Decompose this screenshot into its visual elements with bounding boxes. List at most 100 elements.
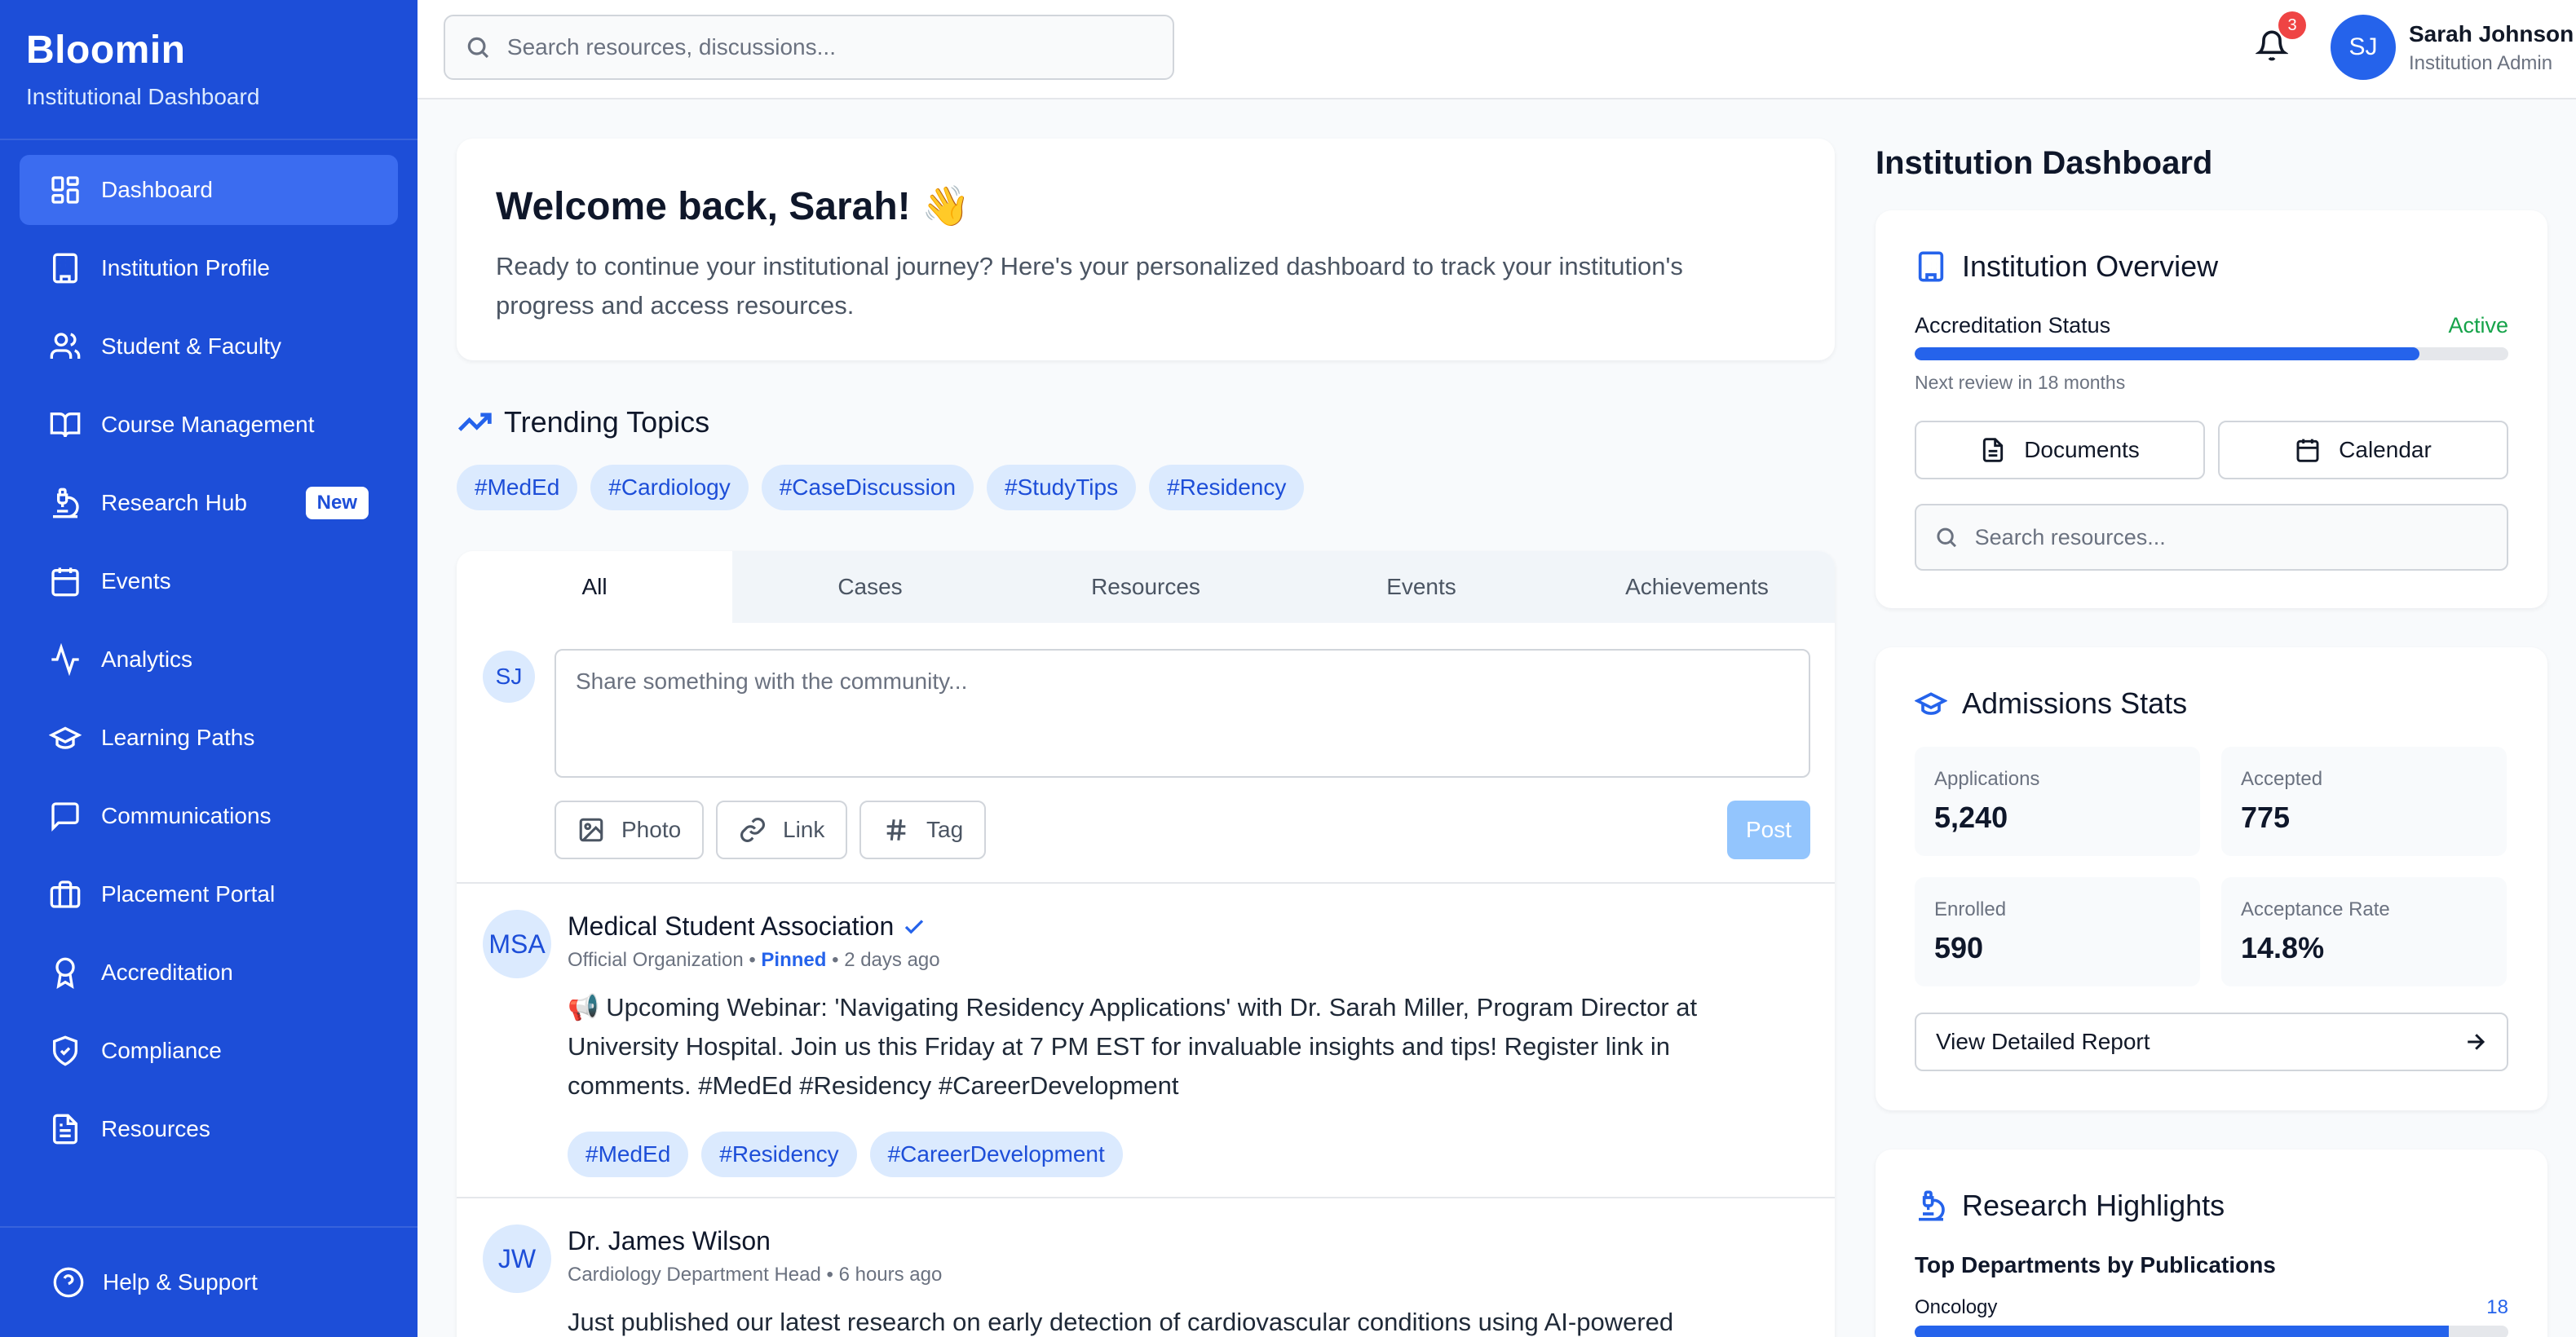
calendar-icon [2296,439,2319,462]
stat-label: Enrolled [1934,898,2007,920]
sidebar-item-label: Learning Paths [101,725,255,750]
composer-textarea[interactable] [555,649,1810,778]
resource-search[interactable] [1915,504,2508,571]
user-name: Sarah Johnson [2409,21,2574,46]
post-time: 2 days ago [844,949,940,971]
topbar: 3 SJ Sarah Johnson Institution Admin [418,0,2576,99]
tab-events[interactable]: Events [1284,551,1559,623]
sidebar-item-resources[interactable]: Resources [20,1094,398,1164]
award-icon [49,956,82,989]
tab-all[interactable]: All [457,551,732,623]
post-tag[interactable]: #Residency [701,1132,857,1177]
sidebar-item-institution-profile[interactable]: Institution Profile [20,233,398,303]
post-author[interactable]: Medical Student Association [568,911,926,942]
sidebar-item-accreditation[interactable]: Accreditation [20,938,398,1008]
sidebar-item-student-faculty[interactable]: Student & Faculty [20,311,398,382]
feed-post: JW Dr. James Wilson Cardiology Departmen… [457,1198,1835,1337]
view-detailed-report-button[interactable]: View Detailed Report [1915,1013,2508,1071]
sidebar-item-events[interactable]: Events [20,546,398,616]
community-feed: All Cases Resources Events Achievements … [457,551,1835,1337]
post-meta: Official Organization • Pinned • 2 days … [568,949,940,972]
add-tag-button[interactable]: Tag [859,801,987,859]
microscope-icon [49,487,82,519]
post-author[interactable]: Dr. James Wilson [568,1226,771,1256]
next-review-text: Next review in 18 months [1915,372,2126,393]
welcome-card: Welcome back, Sarah! 👋 Ready to continue… [457,139,1835,360]
post-role: Cardiology Department Head [568,1264,821,1286]
department-count: 18 [2486,1296,2508,1318]
composer-avatar: SJ [483,651,535,703]
post-tag[interactable]: #MedEd [568,1132,689,1177]
help-support-link[interactable]: Help & Support [26,1266,258,1299]
shield-icon [49,1035,82,1067]
sidebar-item-label: Accreditation [101,960,233,985]
sidebar-item-compliance[interactable]: Compliance [20,1016,398,1086]
documents-button[interactable]: Documents [1915,421,2205,479]
sidebar-item-course-management[interactable]: Course Management [20,390,398,460]
sidebar-item-label: Analytics [101,646,193,672]
arrow-right-icon [2468,1034,2485,1050]
post-button[interactable]: Post [1727,801,1810,859]
file-icon [49,1113,82,1145]
tab-resources[interactable]: Resources [1008,551,1284,623]
post-meta: Cardiology Department Head • 6 hours ago [568,1264,942,1286]
trending-tag[interactable]: #Residency [1149,465,1305,510]
stat-value: 775 [2241,801,2291,834]
post-time: 6 hours ago [838,1264,943,1286]
add-link-button[interactable]: Link [716,801,848,859]
building-icon [49,252,82,285]
sidebar-item-label: Events [101,568,171,593]
trending-tag[interactable]: #MedEd [457,465,578,510]
post-author-name: Medical Student Association [568,911,895,941]
post-tag[interactable]: #CareerDevelopment [869,1132,1123,1177]
sidebar: Bloomin Institutional Dashboard Dashboar… [0,0,418,1337]
welcome-title: Welcome back, Sarah! 👋 [496,185,970,228]
post-avatar: MSA [483,910,551,978]
research-heading: Research Highlights [1915,1189,2508,1223]
resource-search-input[interactable] [1974,524,2489,550]
add-photo-button[interactable]: Photo [555,801,705,859]
sidebar-item-analytics[interactable]: Analytics [20,624,398,695]
sidebar-item-label: Compliance [101,1038,222,1063]
sidebar-item-research-hub[interactable]: Research Hub New [20,468,398,538]
trending-title: Trending Topics [504,405,710,439]
calendar-button[interactable]: Calendar [2218,421,2508,479]
sidebar-item-label: Communications [101,803,272,828]
meta-separator: • [826,1264,839,1286]
trending-tag[interactable]: #Cardiology [590,465,749,510]
link-icon [740,818,765,842]
calendar-label: Calendar [2339,437,2432,462]
search-icon [1937,527,1956,548]
link-label: Link [783,817,825,842]
sidebar-item-learning-paths[interactable]: Learning Paths [20,703,398,773]
meta-separator: • [749,949,762,971]
welcome-text: Ready to continue your institutional jou… [496,252,1683,320]
sidebar-item-placement-portal[interactable]: Placement Portal [20,859,398,929]
pinned-label: Pinned [761,949,827,971]
brand-name: Bloomin [26,29,186,72]
post-body: Just published our latest research on ea… [568,1308,1674,1336]
global-search-input[interactable] [506,34,1153,60]
file-icon [1983,438,2004,462]
sidebar-item-communications[interactable]: Communications [20,781,398,851]
notifications-button[interactable]: 3 [2254,11,2306,68]
sidebar-item-label: Placement Portal [101,881,276,907]
report-label: View Detailed Report [1936,1029,2150,1054]
tab-cases[interactable]: Cases [732,551,1008,623]
global-search[interactable] [444,15,1174,80]
trending-tags: #MedEd #Cardiology #CaseDiscussion #Stud… [457,465,1317,510]
sidebar-footer: Help & Support [0,1226,418,1337]
trending-up-icon [457,413,492,431]
sidebar-item-label: Course Management [101,412,315,437]
book-icon [49,408,82,441]
tab-achievements[interactable]: Achievements [1559,551,1835,623]
sidebar-item-dashboard[interactable]: Dashboard [20,155,398,225]
stat-label: Accepted [2241,768,2323,790]
trending-tag[interactable]: #StudyTips [987,465,1137,510]
overview-heading: Institution Overview [1915,249,2508,284]
sidebar-item-label: Research Hub [101,490,247,515]
user-avatar[interactable]: SJ [2331,15,2396,80]
trending-tag[interactable]: #CaseDiscussion [761,465,974,510]
department-row: Oncology 18 [1915,1296,2508,1319]
verified-check-icon [905,919,924,934]
